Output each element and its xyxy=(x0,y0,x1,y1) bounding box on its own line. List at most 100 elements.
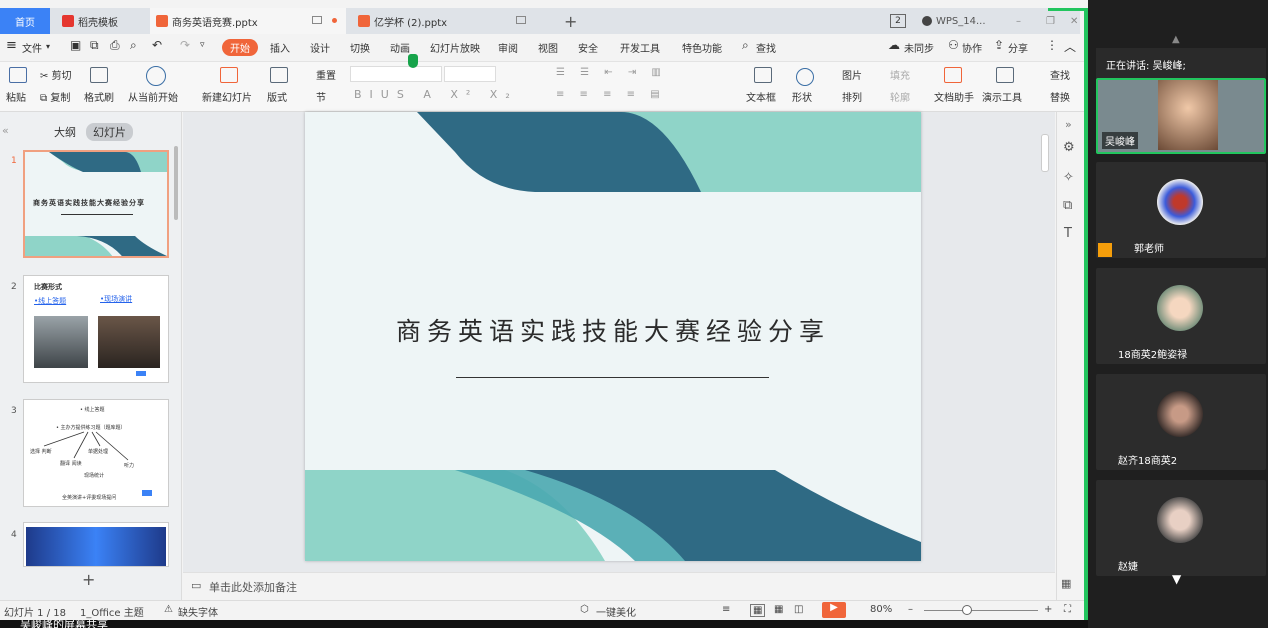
reading-view-icon[interactable]: ◫ xyxy=(794,604,803,615)
thumb-scrollbar[interactable] xyxy=(174,146,178,220)
video-tile-4[interactable]: 赵齐18商英2 xyxy=(1096,374,1266,470)
slides-tab[interactable]: 幻灯片 xyxy=(86,123,133,141)
unsync-status[interactable]: 未同步 xyxy=(904,40,934,55)
find-button[interactable]: 查找 xyxy=(1050,67,1070,82)
paste-button[interactable]: 粘贴 xyxy=(6,89,26,104)
menu-insert[interactable]: 插入 xyxy=(270,40,290,55)
preview-icon[interactable]: ⌕ xyxy=(130,38,137,53)
add-slide-button[interactable]: + xyxy=(82,570,95,589)
layout-button[interactable]: 版式 xyxy=(267,89,287,104)
format-painter-button[interactable]: 格式刷 xyxy=(84,89,114,104)
from-current-button[interactable]: 从当前开始 xyxy=(128,89,178,104)
presenter-tools-button[interactable]: 演示工具 xyxy=(982,89,1022,104)
save-icon[interactable]: ▣ xyxy=(70,38,81,52)
menu-transition[interactable]: 切换 xyxy=(350,40,370,55)
scroll-up-icon[interactable]: ▲ xyxy=(1172,34,1180,45)
textbox-button[interactable]: 文本框 xyxy=(746,89,776,104)
animation-icon[interactable]: ✧ xyxy=(1063,170,1074,185)
tab-template[interactable]: 稻壳模板 xyxy=(56,8,148,34)
new-slide-icon[interactable] xyxy=(220,67,238,83)
paragraph-buttons[interactable]: ☰ ☰ ⇤ ⇥ ▥ xyxy=(556,67,667,78)
paste-icon[interactable] xyxy=(9,67,27,83)
arrange-button[interactable]: 排列 xyxy=(842,89,862,104)
picture-button[interactable]: 图片 xyxy=(842,67,862,82)
play-slideshow-button[interactable]: ▶ xyxy=(822,602,846,618)
tab-wps-account[interactable]: WPS_14... xyxy=(916,8,996,34)
menu-design[interactable]: 设计 xyxy=(310,40,330,55)
current-slide[interactable]: 商务英语实践技能大赛经验分享 xyxy=(305,112,921,561)
slide-thumbnail-3[interactable]: • 线上答题 • 主办方提供练习题（题库题） 选择 判断 单据处理 翻译 阅读 … xyxy=(23,399,169,507)
outline-tab[interactable]: 大纲 xyxy=(54,124,76,140)
export-icon[interactable]: ⧉ xyxy=(90,38,99,53)
minimize-button[interactable]: – xyxy=(1010,8,1026,34)
search-icon[interactable]: ⌕ xyxy=(742,38,749,53)
format-painter-icon[interactable] xyxy=(90,67,108,83)
doc-assistant-icon[interactable] xyxy=(944,67,962,83)
close-button[interactable]: ✕ xyxy=(1064,8,1078,34)
menu-share[interactable]: 分享 xyxy=(1008,40,1028,55)
monitor-icon[interactable] xyxy=(312,16,322,24)
menu-view[interactable]: 视图 xyxy=(538,40,558,55)
menu-search[interactable]: 查找 xyxy=(756,40,776,55)
replace-button[interactable]: 替换 xyxy=(1050,89,1070,104)
slide-title[interactable]: 商务英语实践技能大赛经验分享 xyxy=(305,312,921,348)
outline-button[interactable]: 轮廓 xyxy=(890,89,910,104)
new-slide-button[interactable]: 新建幻灯片 xyxy=(202,89,252,104)
zoom-in-button[interactable]: + xyxy=(1044,604,1052,615)
zoom-out-button[interactable]: – xyxy=(908,604,913,615)
collapse-strip-icon[interactable]: » xyxy=(1065,118,1072,131)
new-tab-button[interactable]: + xyxy=(558,8,578,34)
properties-icon[interactable]: ⚙ xyxy=(1063,140,1075,155)
tab-document-1[interactable]: 商务英语竞赛.pptx xyxy=(150,8,346,34)
shape-button[interactable]: 形状 xyxy=(792,89,812,104)
monitor-icon[interactable] xyxy=(516,16,526,24)
text-icon[interactable]: T xyxy=(1064,226,1072,241)
section-button[interactable]: 节 xyxy=(316,89,326,104)
reset-button[interactable]: 重置 xyxy=(316,67,336,82)
maximize-button[interactable]: ❐ xyxy=(1040,8,1056,34)
more-icon[interactable]: ⋮ xyxy=(1046,38,1058,52)
missing-font-button[interactable]: 缺失字体 xyxy=(178,604,218,619)
textbox-icon[interactable] xyxy=(754,67,772,83)
customize-icon[interactable]: ▿ xyxy=(200,40,205,50)
undo-icon[interactable]: ↶ xyxy=(152,38,162,52)
fit-window-icon[interactable]: ⛶ xyxy=(1064,604,1071,615)
menu-slideshow[interactable]: 幻灯片放映 xyxy=(430,40,480,55)
beautify-button[interactable]: 一键美化 xyxy=(596,604,636,619)
video-tile-1[interactable]: 吴峻峰 xyxy=(1096,78,1266,154)
menu-start[interactable]: 开始 xyxy=(222,39,258,56)
print-icon[interactable]: ⎙ xyxy=(110,38,120,53)
zoom-slider-handle[interactable] xyxy=(962,605,972,615)
redo-icon[interactable]: ↷ xyxy=(180,38,190,52)
notes-placeholder[interactable]: 单击此处添加备注 xyxy=(209,579,297,595)
doc-assistant-button[interactable]: 文档助手 xyxy=(934,89,974,104)
zoom-slider[interactable] xyxy=(924,610,1038,611)
slide-thumbnail-2[interactable]: 比赛形式 •线上答题 •现场演讲 xyxy=(23,275,169,383)
menu-security[interactable]: 安全 xyxy=(578,40,598,55)
menu-collab[interactable]: 协作 xyxy=(962,40,982,55)
layout-icon[interactable] xyxy=(270,67,288,83)
notes-toggle-icon[interactable]: ≡ xyxy=(722,604,730,615)
fill-button[interactable]: 填充 xyxy=(890,67,910,82)
video-tile-5[interactable]: 赵婕 xyxy=(1096,480,1266,576)
scroll-down-icon[interactable]: ▼ xyxy=(1172,572,1181,586)
menu-special[interactable]: 特色功能 xyxy=(682,40,722,55)
video-tile-2[interactable]: 郭老师 xyxy=(1096,162,1266,258)
copy-button[interactable]: ⧉ 复制 xyxy=(40,89,70,104)
video-tile-3[interactable]: 18商英2鲍姿禄 xyxy=(1096,268,1266,364)
collapse-panel-icon[interactable]: « xyxy=(2,124,9,137)
presenter-tools-icon[interactable] xyxy=(996,67,1014,83)
tab-document-2[interactable]: 亿学杯 (2).pptx xyxy=(352,8,548,34)
align-buttons[interactable]: ≡ ≡ ≡ ≡ ▤ xyxy=(556,89,666,100)
grid-icon[interactable]: ▦ xyxy=(1061,577,1071,590)
normal-view-icon[interactable]: ▦ xyxy=(750,604,766,617)
shape-icon[interactable] xyxy=(796,68,814,86)
font-style-buttons[interactable]: BIUS A X² X₂ xyxy=(354,88,518,101)
menu-animation[interactable]: 动画 xyxy=(390,40,410,55)
collapse-ribbon-icon[interactable]: ︿ xyxy=(1064,38,1076,55)
font-family-select[interactable] xyxy=(350,66,442,82)
cut-button[interactable]: ✂ 剪切 xyxy=(40,67,72,82)
hamburger-icon[interactable]: ≡ xyxy=(6,38,17,53)
layers-icon[interactable]: ⧉ xyxy=(1063,198,1072,213)
menu-file[interactable]: 文件 xyxy=(22,40,42,55)
